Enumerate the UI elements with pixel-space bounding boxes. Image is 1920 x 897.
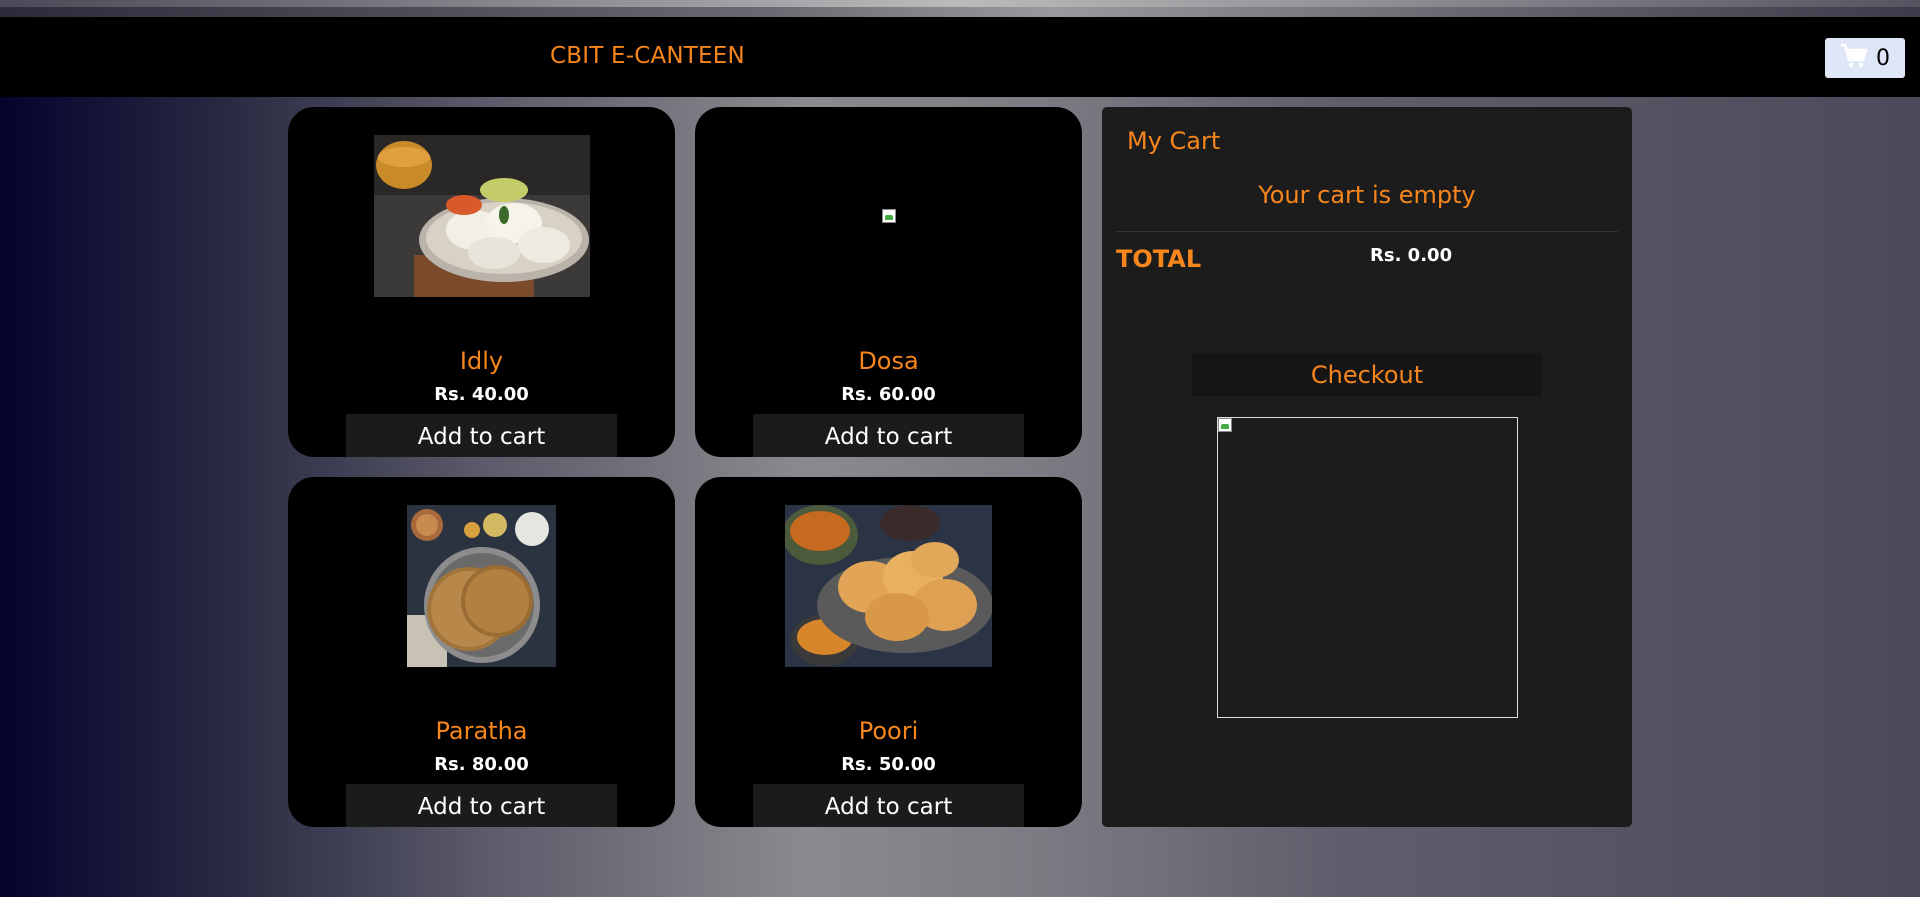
add-to-cart-button[interactable]: Add to cart xyxy=(753,414,1024,457)
shopping-cart-icon xyxy=(1840,43,1868,73)
total-label: TOTAL xyxy=(1116,245,1202,273)
product-card-paratha: Paratha Rs. 80.00 Add to cart xyxy=(288,477,675,827)
product-card-poori: Poori Rs. 50.00 Add to cart xyxy=(695,477,1082,827)
cart-button[interactable]: 0 xyxy=(1825,38,1905,78)
broken-image-icon xyxy=(881,209,896,223)
product-image-paratha xyxy=(288,505,675,667)
total-value: Rs. 0.00 xyxy=(1370,245,1453,266)
product-price: Rs. 60.00 xyxy=(841,384,936,405)
navbar: CBIT E-CANTEEN 0 xyxy=(0,17,1920,97)
product-image-poori xyxy=(695,505,1082,667)
payment-qr-image xyxy=(1217,417,1518,718)
checkout-button[interactable]: Checkout xyxy=(1192,353,1542,396)
broken-image-icon xyxy=(1218,418,1232,432)
product-card-idly: Idly Rs. 40.00 Add to cart xyxy=(288,107,675,457)
cart-divider xyxy=(1116,231,1618,232)
add-to-cart-button[interactable]: Add to cart xyxy=(346,784,617,827)
product-image-dosa xyxy=(695,135,1082,297)
cart-title: My Cart xyxy=(1127,127,1221,155)
product-price: Rs. 50.00 xyxy=(841,754,936,775)
product-image-idly xyxy=(288,135,675,297)
product-name: Paratha xyxy=(435,717,528,745)
add-to-cart-button[interactable]: Add to cart xyxy=(753,784,1024,827)
browser-top-strip xyxy=(0,0,1920,17)
product-name: Poori xyxy=(858,717,919,745)
product-name: Dosa xyxy=(858,347,919,375)
product-card-dosa: Dosa Rs. 60.00 Add to cart xyxy=(695,107,1082,457)
brand-title[interactable]: CBIT E-CANTEEN xyxy=(550,43,745,69)
cart-count-badge: 0 xyxy=(1876,45,1890,71)
add-to-cart-button[interactable]: Add to cart xyxy=(346,414,617,457)
product-name: Idly xyxy=(459,347,504,375)
product-price: Rs. 40.00 xyxy=(434,384,529,405)
cart-panel: My Cart Your cart is empty TOTAL Rs. 0.0… xyxy=(1102,107,1632,827)
cart-empty-message: Your cart is empty xyxy=(1258,181,1476,209)
product-price: Rs. 80.00 xyxy=(434,754,529,775)
